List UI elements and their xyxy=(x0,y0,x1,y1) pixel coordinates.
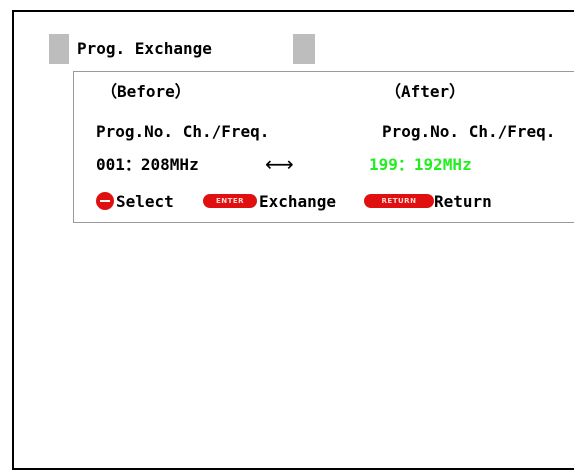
after-columns: Prog.No. Ch./Freq. xyxy=(382,122,556,141)
before-header: （Before） xyxy=(101,82,191,101)
page-title: Prog. Exchange xyxy=(69,34,293,64)
after-header: （After） xyxy=(385,82,466,101)
before-program-value: 001：208MHz xyxy=(96,155,199,174)
exchange-arrow-icon: ⟷ xyxy=(265,152,294,176)
exchange-label: Exchange xyxy=(259,192,337,211)
title-bar: Prog. Exchange xyxy=(49,34,315,64)
before-columns: Prog.No. Ch./Freq. xyxy=(96,122,270,141)
select-label: Select xyxy=(116,192,174,211)
return-label: Return xyxy=(434,192,492,211)
after-program-value[interactable]: 199：192MHz xyxy=(369,155,472,175)
minus-circle-icon xyxy=(96,192,114,210)
enter-key-icon: ENTER xyxy=(203,194,257,208)
return-key-icon: RETURN xyxy=(364,194,434,208)
